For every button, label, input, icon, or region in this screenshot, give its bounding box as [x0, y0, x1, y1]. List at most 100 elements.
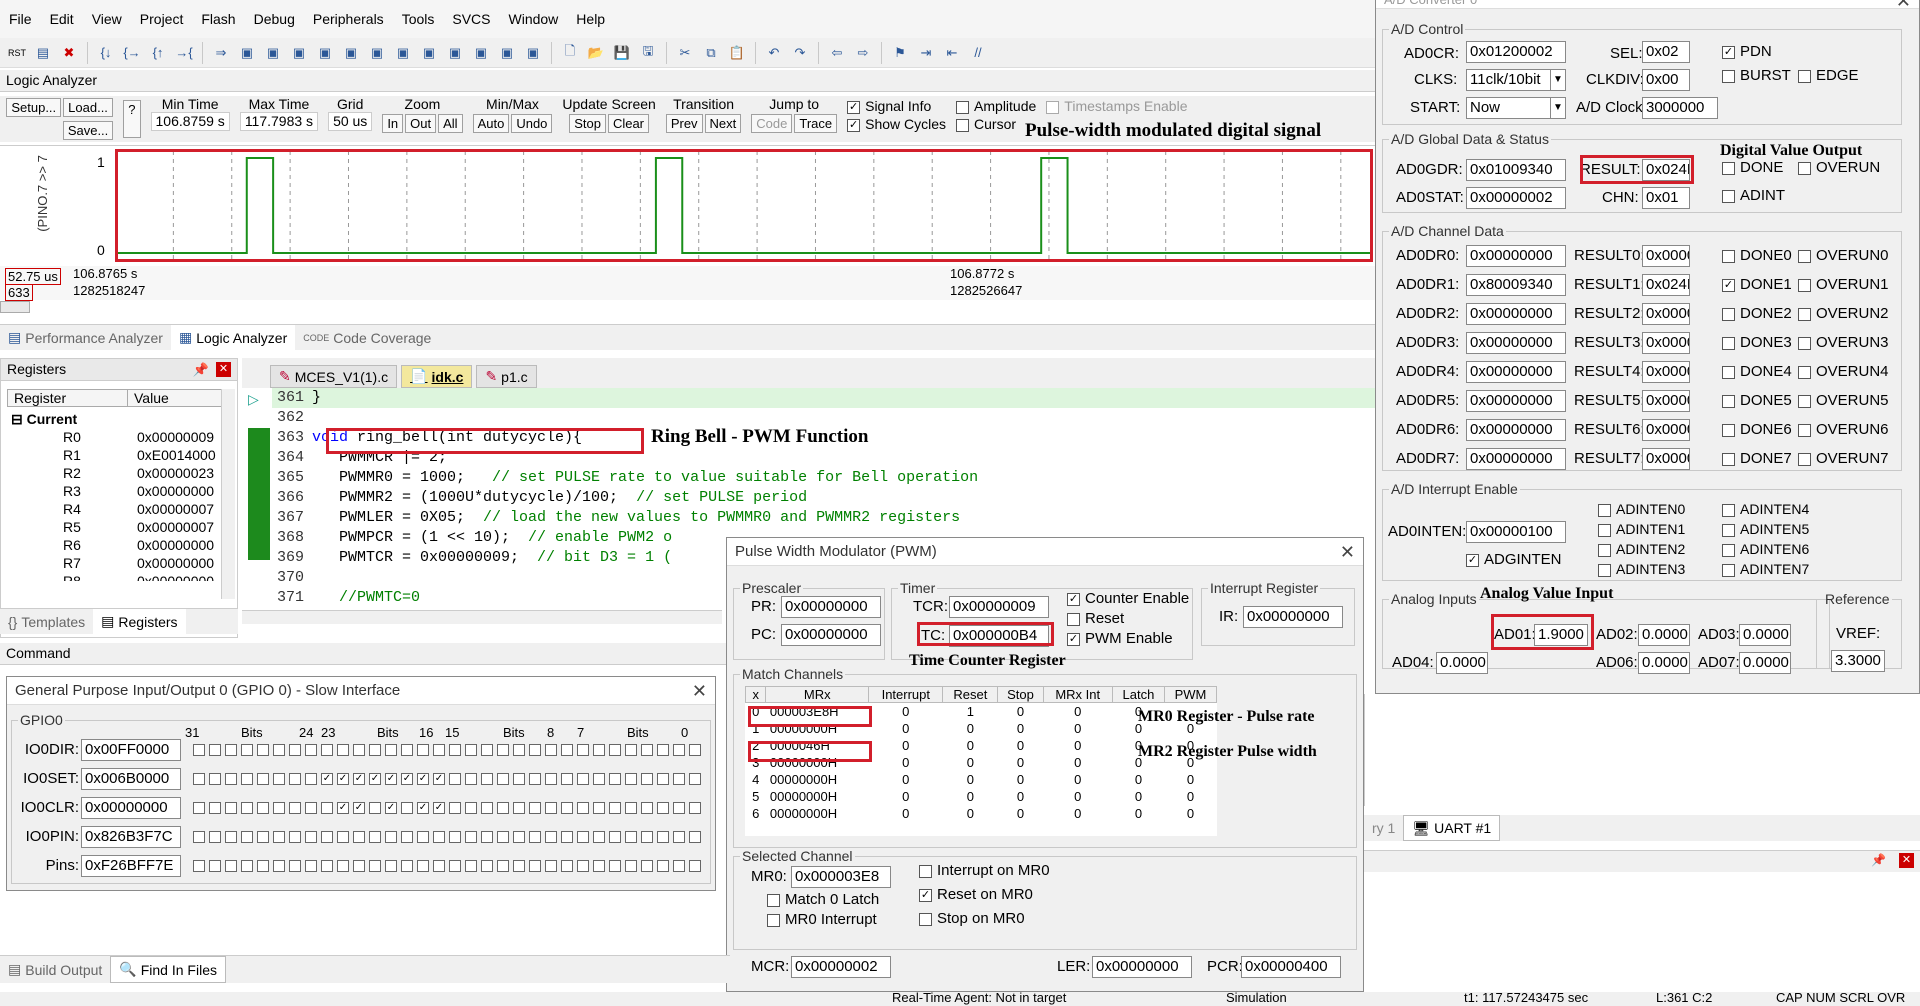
tab-logic-analyzer[interactable]: ▦ Logic Analyzer	[170, 325, 296, 350]
tcr-field[interactable]: 0x00000009	[949, 596, 1049, 618]
amplitude-checkbox[interactable]: Amplitude	[956, 98, 1036, 114]
bit-checkbox[interactable]	[209, 860, 221, 872]
bit-checkbox[interactable]	[241, 831, 253, 843]
bit-checkbox[interactable]	[305, 773, 317, 785]
bit-checkbox[interactable]	[577, 773, 589, 785]
reset-on-mr0-checkbox[interactable]: ✓ Reset on MR0	[919, 886, 1033, 903]
ad07-field[interactable]: 0.0000	[1739, 652, 1791, 674]
bit-checkbox[interactable]	[609, 773, 621, 785]
bit-checkbox[interactable]	[529, 831, 541, 843]
bit-checkbox[interactable]	[321, 831, 333, 843]
ad0dr-field[interactable]: 0x00000000	[1466, 303, 1566, 325]
bit-checkbox[interactable]	[273, 773, 285, 785]
close-icon[interactable]: ✕	[1340, 542, 1355, 563]
bit-checkbox[interactable]	[353, 831, 365, 843]
tab-memory[interactable]: ry 1	[1364, 815, 1403, 841]
gpio-reg-field[interactable]: 0x00000000	[81, 797, 181, 819]
menu-edit[interactable]: Edit	[41, 11, 83, 27]
overun-n-checkbox[interactable]: OVERUN6	[1798, 421, 1889, 438]
counter-enable-checkbox[interactable]: ✓ Counter Enable	[1067, 590, 1189, 607]
cut-icon[interactable]: ✂	[674, 42, 696, 64]
bit-checkbox[interactable]	[241, 744, 253, 756]
mcr-field[interactable]: 0x00000002	[791, 956, 891, 978]
bit-checkbox[interactable]	[593, 831, 605, 843]
bit-checkbox[interactable]	[593, 773, 605, 785]
register-row[interactable]: R8 0x00000000	[1, 573, 221, 581]
ad0stat-field[interactable]: 0x00000002	[1466, 187, 1566, 209]
bit-checkbox[interactable]	[577, 860, 589, 872]
menu-flash[interactable]: Flash	[192, 11, 244, 27]
bit-checkbox[interactable]	[641, 860, 653, 872]
bit-checkbox[interactable]	[385, 831, 397, 843]
bit-checkbox[interactable]	[465, 831, 477, 843]
ad0dr-field[interactable]: 0x00000000	[1466, 419, 1566, 441]
prev-button[interactable]: Prev	[665, 114, 703, 133]
bit-checkbox[interactable]	[289, 802, 301, 814]
save-all-icon[interactable]: 🖫	[637, 42, 659, 64]
new-file-icon[interactable]: 🗋	[559, 42, 581, 64]
result-n-field[interactable]: 0x0000	[1642, 245, 1690, 267]
outdent-icon[interactable]: ⇤	[941, 42, 963, 64]
bit-checkbox[interactable]	[545, 831, 557, 843]
trace-icon[interactable]: ▣	[470, 42, 492, 64]
bit-checkbox[interactable]	[449, 773, 461, 785]
match-row[interactable]: 4 00000000H 0 0 0 0 0 0	[746, 771, 1217, 788]
adginten-checkbox[interactable]: ✓ ADGINTEN	[1466, 551, 1562, 568]
forward-icon[interactable]: ⇨	[852, 42, 874, 64]
clear-button[interactable]: Clear	[607, 114, 650, 133]
bit-checkbox[interactable]	[481, 860, 493, 872]
bit-checkbox[interactable]	[497, 744, 509, 756]
zoom-all-button[interactable]: All	[438, 114, 463, 133]
ad0dr-field[interactable]: 0x00000000	[1466, 390, 1566, 412]
result-n-field[interactable]: 0x0000	[1642, 332, 1690, 354]
done-n-checkbox[interactable]: DONE6	[1722, 421, 1792, 438]
match0-latch-checkbox[interactable]: Match 0 Latch	[767, 891, 879, 908]
bit-checkbox[interactable]	[561, 831, 573, 843]
system-viewer-icon[interactable]: ▣	[496, 42, 518, 64]
jump-code-button[interactable]: Code	[751, 114, 793, 133]
menu-help[interactable]: Help	[567, 11, 614, 27]
reset-icon[interactable]: RST	[6, 42, 28, 64]
run-to-cursor-icon[interactable]: →{	[173, 42, 195, 64]
bit-checkbox[interactable]	[289, 831, 301, 843]
bit-checkbox[interactable]	[449, 831, 461, 843]
bit-checkbox[interactable]	[449, 860, 461, 872]
close-icon[interactable]: ✕	[216, 362, 231, 377]
bit-checkbox[interactable]	[593, 744, 605, 756]
bit-checkbox[interactable]	[657, 744, 669, 756]
load-button[interactable]: Load...	[63, 98, 113, 117]
bit-checkbox[interactable]	[689, 831, 701, 843]
bit-checkbox[interactable]	[449, 744, 461, 756]
bit-checkbox[interactable]: ✓	[417, 773, 429, 785]
done-checkbox[interactable]: DONE	[1722, 159, 1783, 176]
chevron-down-icon[interactable]: ▼	[1550, 97, 1566, 119]
vref-field[interactable]: 3.3000	[1831, 650, 1885, 672]
bit-checkbox[interactable]	[529, 773, 541, 785]
menu-view[interactable]: View	[83, 11, 131, 27]
bit-checkbox[interactable]	[673, 744, 685, 756]
bit-checkbox[interactable]	[465, 744, 477, 756]
show-next-icon[interactable]: ⇒	[210, 42, 232, 64]
bit-checkbox[interactable]	[497, 773, 509, 785]
zoom-out-button[interactable]: Out	[405, 114, 437, 133]
done-n-checkbox[interactable]: ✓ DONE1	[1722, 276, 1792, 293]
ad0dr-field[interactable]: 0x80009340	[1466, 274, 1566, 296]
step-into-icon[interactable]: {↓	[95, 42, 117, 64]
bit-checkbox[interactable]	[513, 773, 525, 785]
menu-peripherals[interactable]: Peripherals	[304, 11, 393, 27]
bit-checkbox[interactable]	[337, 831, 349, 843]
bit-checkbox[interactable]	[353, 744, 365, 756]
ad02-field[interactable]: 0.0000	[1638, 624, 1690, 646]
bit-checkbox[interactable]	[385, 744, 397, 756]
close-icon[interactable]: ✕	[1899, 853, 1914, 868]
bit-checkbox[interactable]	[273, 744, 285, 756]
bit-checkbox[interactable]	[561, 744, 573, 756]
register-row[interactable]: R0 0x00000009	[1, 429, 221, 447]
bit-checkbox[interactable]	[625, 831, 637, 843]
adinten-checkbox[interactable]: ADINTEN1	[1598, 521, 1685, 537]
bit-checkbox[interactable]	[225, 831, 237, 843]
bit-checkbox[interactable]	[401, 744, 413, 756]
bit-checkbox[interactable]	[401, 802, 413, 814]
bit-checkbox[interactable]	[289, 744, 301, 756]
bit-checkbox[interactable]	[305, 831, 317, 843]
